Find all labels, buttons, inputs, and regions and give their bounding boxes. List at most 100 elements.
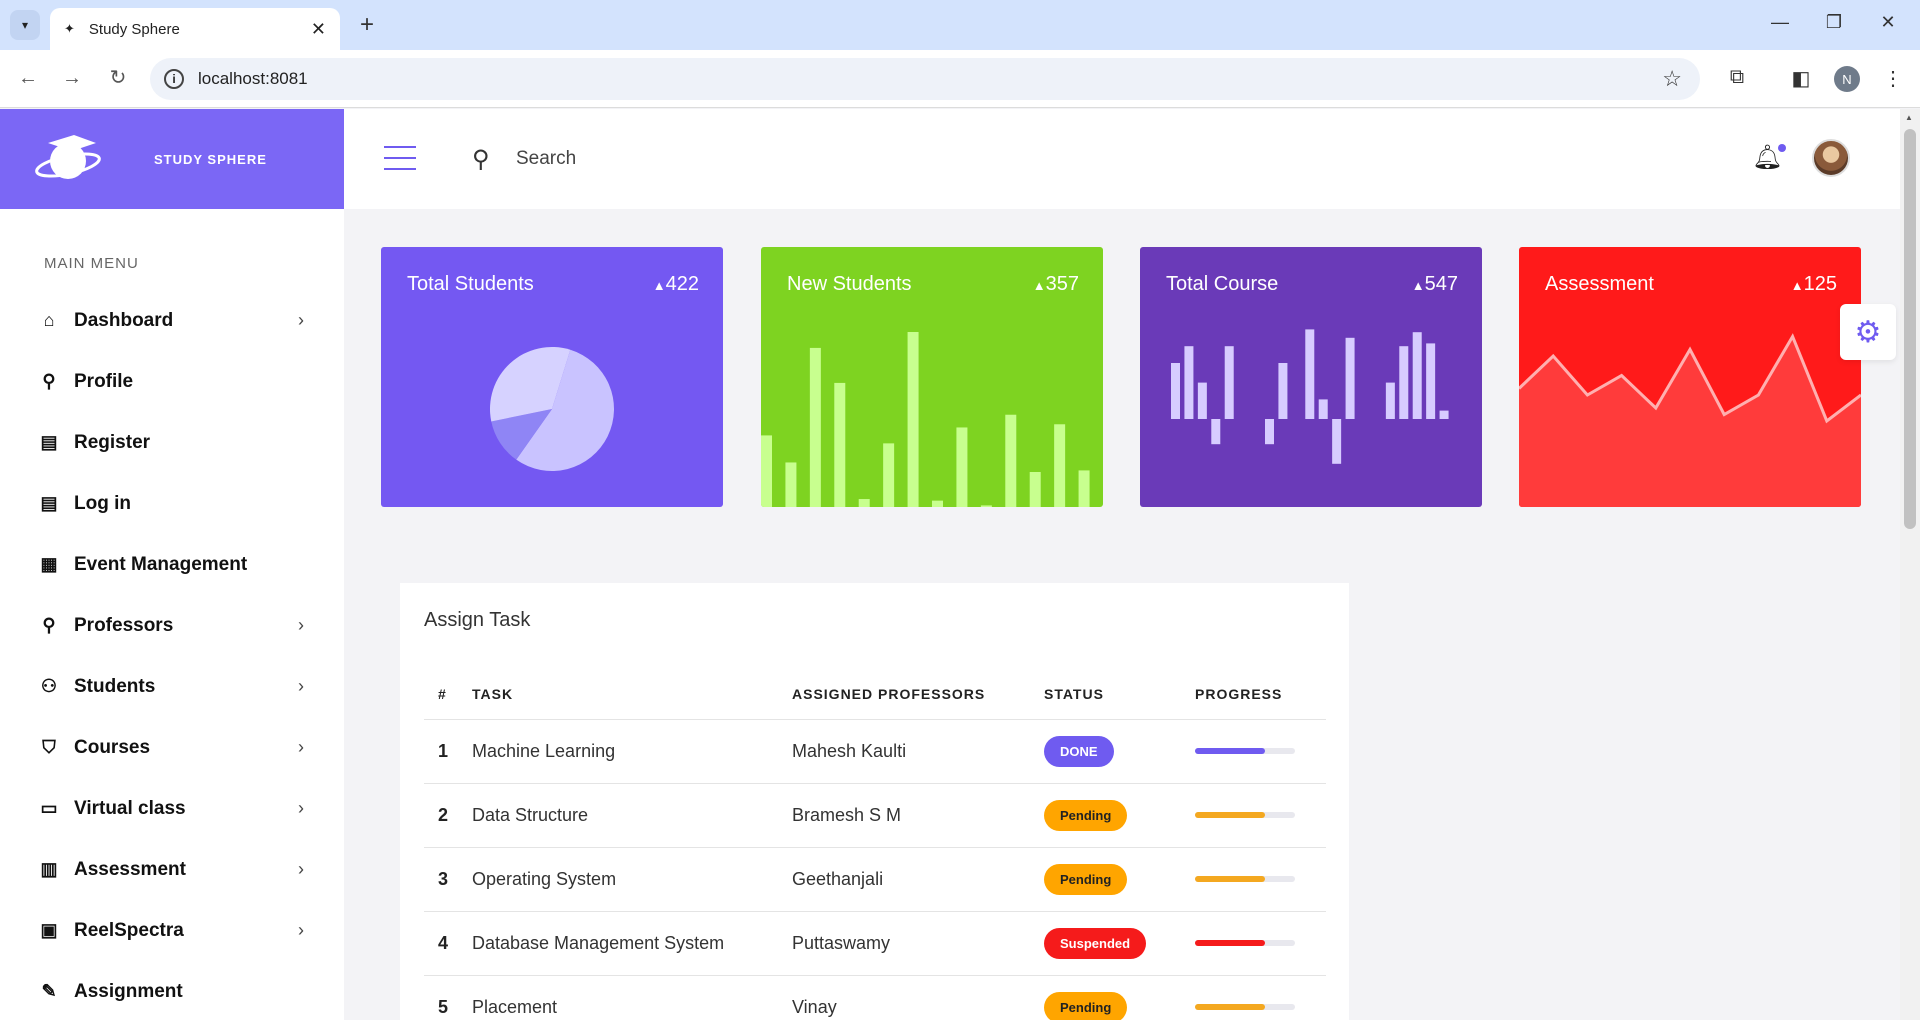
table-row[interactable]: 1 Machine Learning Mahesh Kaulti DONE — [424, 719, 1326, 784]
extensions-icon[interactable]: ⧉ — [1724, 66, 1750, 89]
window-close-icon[interactable]: ✕ — [1876, 12, 1900, 33]
sidebar-item-log-in[interactable]: ▤ Log in — [0, 473, 344, 534]
restore-icon[interactable]: ❐ — [1822, 12, 1846, 33]
sidebar-item-profile[interactable]: ⚲ Profile — [0, 351, 344, 412]
users-icon: ⚇ — [40, 676, 58, 696]
status-badge[interactable]: Suspended — [1044, 927, 1147, 959]
status-cell: Pending — [1044, 847, 1195, 912]
logo-icon — [35, 135, 101, 179]
tab-search-button[interactable]: ▾ — [10, 10, 40, 40]
sidebar-item-virtual-class[interactable]: ▭ Virtual class › — [0, 778, 344, 839]
status-badge[interactable]: Pending — [1044, 991, 1128, 1020]
notification-dot — [1778, 144, 1786, 152]
col-header-num: # — [424, 669, 472, 720]
bar — [883, 443, 895, 507]
sidebar-menu: ⌂ Dashboard › ⚲ Profile ▤ Register ▤ Log in ▦ Even… — [0, 290, 344, 1020]
card-title: Total Course — [1166, 273, 1279, 295]
bar — [1426, 343, 1436, 419]
side-panel-icon[interactable]: ◧ — [1788, 66, 1814, 91]
sidebar-item-students[interactable]: ⚇ Students › — [0, 656, 344, 717]
card-assessment[interactable]: Assessment ▲125 — [1519, 247, 1861, 507]
bar — [1211, 419, 1221, 445]
reload-icon[interactable]: ↻ — [104, 64, 132, 92]
card-total-course[interactable]: Total Course ▲547 — [1140, 247, 1482, 507]
bar — [1305, 329, 1315, 419]
col-header-professors: ASSIGNED PROFESSORS — [792, 669, 1044, 720]
status-badge[interactable]: Pending — [1044, 799, 1128, 831]
more-menu-icon[interactable]: ⋮ — [1880, 66, 1906, 91]
sidebar-item-dashboard[interactable]: ⌂ Dashboard › — [0, 290, 344, 351]
minimize-icon[interactable]: — — [1768, 12, 1792, 33]
chevron-right-icon: › — [298, 676, 304, 696]
sidebar-item-professors[interactable]: ⚲ Professors › — [0, 595, 344, 656]
bar — [1332, 419, 1342, 464]
bar — [1345, 337, 1355, 419]
table-row[interactable]: 2 Data Structure Bramesh S M Pending — [424, 783, 1326, 848]
brand-header[interactable]: STUDY SPHERE — [0, 109, 344, 209]
sidebar-item-courses[interactable]: ⛉ Courses › — [0, 717, 344, 778]
tab-title: Study Sphere — [88, 20, 180, 38]
progress-cell — [1195, 911, 1326, 976]
bar — [1412, 332, 1422, 419]
sidebar-item-label: Assignment — [74, 980, 183, 1002]
sidebar-item-assignment[interactable]: ✎ Assignment — [0, 961, 344, 1020]
col-header-task: TASK — [472, 669, 792, 720]
app-topbar: ⚲ Search 🔔︎ — [344, 109, 1900, 209]
progress-bar — [1195, 876, 1295, 882]
card-count: ▲125 — [1790, 273, 1837, 295]
browser-tab[interactable]: ✦ Study Sphere ✕ — [50, 8, 340, 50]
card-title: Total Students — [407, 273, 534, 295]
card-count: ▲357 — [1032, 273, 1079, 295]
status-cell: Suspended — [1044, 911, 1195, 976]
card-new-students[interactable]: New Students ▲357 — [761, 247, 1103, 507]
settings-gear-button[interactable]: ⚙ — [1840, 304, 1896, 360]
table-row[interactable]: 3 Operating System Geethanjali Pending — [424, 847, 1326, 912]
sidebar-item-event-management[interactable]: ▦ Event Management — [0, 534, 344, 595]
bar — [1399, 346, 1409, 419]
browser-profile-avatar[interactable]: N — [1834, 66, 1860, 92]
page-scrollbar[interactable]: ▲ — [1900, 109, 1920, 1020]
browser-toolbar: ← → ↻ i localhost:8081 ☆ ⧉ ◧ ⋮ — [0, 50, 1920, 108]
status-badge[interactable]: Pending — [1044, 863, 1128, 895]
forward-icon[interactable]: → — [58, 64, 86, 92]
bar — [1265, 419, 1274, 445]
bookmark-star-icon[interactable]: ☆ — [1662, 66, 1682, 92]
sidebar-item-label: Event Management — [74, 553, 248, 575]
scroll-up-icon[interactable]: ▲ — [1905, 113, 1913, 122]
sidebar-item-register[interactable]: ▤ Register — [0, 412, 344, 473]
bar — [932, 500, 943, 507]
brand-name: STUDY SPHERE — [154, 151, 267, 167]
progress-fill — [1195, 1004, 1265, 1010]
sidebar-item-assessment[interactable]: ▥ Assessment › — [0, 839, 344, 900]
status-cell: Pending — [1044, 783, 1195, 848]
sidebar-item-reelspectra[interactable]: ▣ ReelSpectra › — [0, 900, 344, 961]
site-info-icon[interactable]: i — [164, 69, 184, 89]
table-header-row: # TASK ASSIGNED PROFESSORS STATUS PROGRE… — [424, 669, 1326, 720]
bar — [1005, 414, 1017, 507]
bar — [1184, 346, 1194, 419]
status-badge[interactable]: DONE — [1044, 735, 1114, 767]
table-row[interactable]: 4 Database Management System Puttaswamy Sus… — [424, 911, 1326, 976]
professor-name: Vinay — [792, 975, 1044, 1020]
search-input[interactable]: Search — [516, 148, 576, 170]
address-bar[interactable]: i localhost:8081 ☆ — [150, 58, 1700, 100]
hamburger-menu-icon[interactable] — [384, 146, 416, 179]
bar — [1439, 410, 1449, 419]
table-row[interactable]: 5 Placement Vinay Pending — [424, 975, 1326, 1020]
card-count: ▲547 — [1411, 273, 1458, 295]
scrollbar-thumb[interactable] — [1904, 129, 1916, 529]
chevron-right-icon: › — [298, 737, 304, 757]
bar — [1224, 346, 1234, 419]
search-icon[interactable]: ⚲ — [472, 145, 490, 174]
close-icon[interactable]: ✕ — [311, 19, 326, 40]
panel-title: Assign Task — [424, 609, 531, 631]
graduation-cap-icon: ⛉ — [42, 737, 56, 757]
card-total-students[interactable]: Total Students ▲422 — [381, 247, 723, 507]
new-tab-button[interactable]: + — [352, 10, 382, 40]
chevron-right-icon: › — [298, 859, 304, 879]
bar — [956, 427, 968, 507]
up-triangle-icon: ▲ — [1411, 278, 1425, 293]
sidebar-item-label: Register — [74, 431, 151, 453]
user-avatar[interactable] — [1812, 139, 1850, 177]
back-icon[interactable]: ← — [14, 64, 42, 92]
